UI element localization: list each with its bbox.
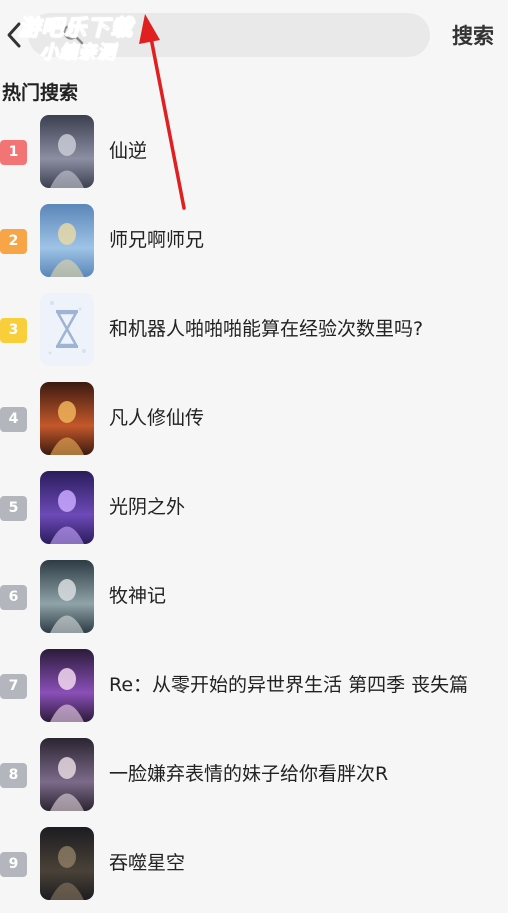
section-title: 热门搜索 <box>2 82 79 104</box>
chevron-left-icon <box>7 22 21 48</box>
item-title: 仙逆 <box>109 140 148 162</box>
item-title: 师兄啊师兄 <box>109 229 205 251</box>
rank-badge: 9 <box>0 852 27 877</box>
search-icon <box>63 24 84 45</box>
item-title: 牧神记 <box>109 585 167 607</box>
cover-image <box>40 471 94 544</box>
cover-image <box>40 204 94 277</box>
rank-badge: 3 <box>0 318 27 343</box>
back-button[interactable] <box>4 18 26 52</box>
list-item[interactable]: 2 师兄啊师兄 <box>0 201 508 290</box>
list-item[interactable]: 7 Re：从零开始的异世界生活 第四季 丧失篇 <box>0 646 508 735</box>
search-box[interactable] <box>28 13 430 59</box>
list-item[interactable]: 1 仙逆 <box>0 112 508 201</box>
cover-image <box>40 560 94 633</box>
cover-image <box>40 382 94 455</box>
item-title: 凡人修仙传 <box>109 407 205 429</box>
search-input[interactable] <box>92 13 416 59</box>
top-bar: 搜索 游吧乐下载 小编亲测 <box>0 0 508 72</box>
search-button[interactable]: 搜索 <box>452 20 494 50</box>
cover-image <box>40 293 94 366</box>
rank-badge: 8 <box>0 763 27 788</box>
hot-search-list: 1 仙逆 2 师兄啊师兄 3 和机器人啪啪啪能算在经验次数里吗? 4 凡人修仙传 5 光阴之外 6 牧… <box>0 112 508 913</box>
list-item[interactable]: 6 牧神记 <box>0 557 508 646</box>
cover-image <box>40 738 94 811</box>
rank-badge: 1 <box>0 140 27 165</box>
list-item[interactable]: 4 凡人修仙传 <box>0 379 508 468</box>
item-title: 光阴之外 <box>109 496 186 518</box>
rank-badge: 6 <box>0 585 27 610</box>
list-item[interactable]: 5 光阴之外 <box>0 468 508 557</box>
item-title: Re：从零开始的异世界生活 第四季 丧失篇 <box>109 674 469 696</box>
rank-badge: 7 <box>0 674 27 699</box>
rank-badge: 2 <box>0 229 27 254</box>
cover-image <box>40 827 94 900</box>
cover-image <box>40 649 94 722</box>
item-title: 和机器人啪啪啪能算在经验次数里吗? <box>109 318 424 340</box>
item-title: 吞噬星空 <box>109 852 186 874</box>
cover-image <box>40 115 94 188</box>
rank-badge: 5 <box>0 496 27 521</box>
item-title: 一脸嫌弃表情的妹子给你看胖次R <box>109 763 389 785</box>
list-item[interactable]: 8 一脸嫌弃表情的妹子给你看胖次R <box>0 735 508 824</box>
rank-badge: 4 <box>0 407 27 432</box>
list-item[interactable]: 3 和机器人啪啪啪能算在经验次数里吗? <box>0 290 508 379</box>
